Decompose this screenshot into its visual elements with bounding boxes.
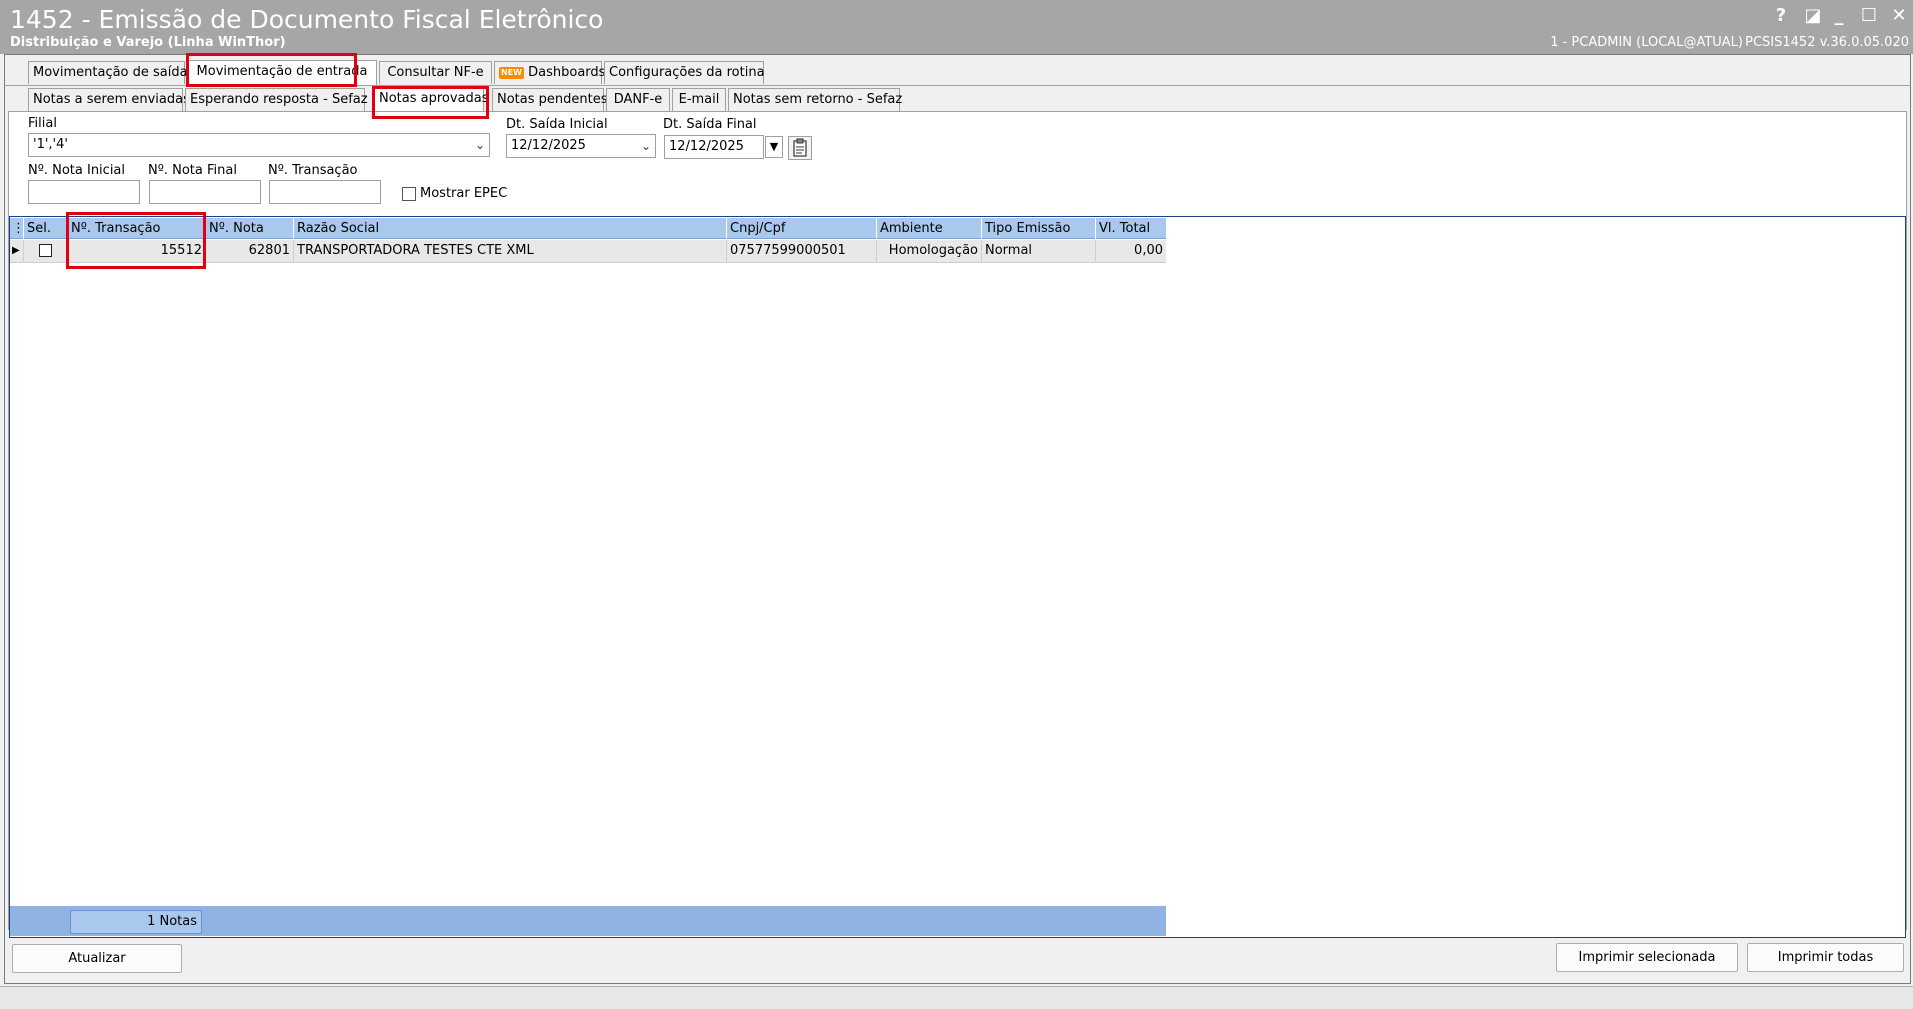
column-header-sel[interactable]: Sel. [24,218,68,239]
dt-saida-final-field[interactable]: 12/12/2025 [664,135,764,159]
restore-small-icon[interactable]: ◪ [1800,3,1826,29]
mostrar-epec-checkbox[interactable] [402,187,416,201]
column-header-cnpj-cpf[interactable]: Cnpj/Cpf [727,218,877,239]
version-info: PCSIS1452 v.36.0.05.020 [1745,35,1909,50]
tab-notas-aprovadas[interactable]: Notas aprovadas [374,87,489,112]
tab-configuracoes-rotina[interactable]: Configurações da rotina [604,61,765,84]
close-icon[interactable]: ✕ [1886,3,1912,29]
tab-consultar-nfe[interactable]: Consultar NF-e [379,61,492,84]
calendar-clipboard-icon[interactable] [788,136,812,160]
grid-header: ⋮ Sel. Nº. Transação Nº. Nota Razão Soci… [10,218,1166,239]
dt-saida-final-value: 12/12/2025 [669,139,744,154]
cell-cnpj-cpf: 07577599000501 [727,240,877,262]
dt-saida-inicial-field[interactable]: 12/12/2025 ⌄ [506,134,656,158]
app-subtitle: Distribuição e Varejo (Linha WinThor) [10,35,286,50]
top-tab-bar: Movimentação de saída Movimentação de en… [24,60,1224,86]
column-header-vl-total[interactable]: Vl. Total [1096,218,1166,239]
column-chooser-icon[interactable]: ⋮ [10,218,24,239]
dt-saida-inicial-label: Dt. Saída Inicial [506,117,608,132]
new-badge-icon: NEW [499,66,524,79]
notes-count: 1 Notas [70,910,202,934]
nota-final-input[interactable] [149,180,261,204]
cell-tipo-emissao: Normal [982,240,1096,262]
maximize-icon[interactable]: ☐ [1856,3,1882,29]
transacao-label: Nº. Transação [268,163,358,178]
row-select-checkbox[interactable] [39,244,52,257]
cell-razao-social: TRANSPORTADORA TESTES CTE XML [294,240,727,262]
tab-email[interactable]: E-mail [672,88,726,111]
cell-ambiente: Homologação [877,240,982,262]
chevron-down-icon: ⌄ [474,138,485,152]
notes-grid [9,216,1906,938]
title-bar: 1452 - Emissão de Documento Fiscal Eletr… [0,0,1913,54]
cell-vl-total: 0,00 [1134,243,1163,258]
imprimir-selecionada-button[interactable]: Imprimir selecionada [1556,943,1738,972]
cell-nota: 62801 [206,240,294,262]
app-title: 1452 - Emissão de Documento Fiscal Eletr… [10,5,604,34]
atualizar-button[interactable]: Atualizar [12,944,182,973]
tab-dashboards-label: Dashboards [528,65,606,80]
transacao-input[interactable] [269,180,381,204]
nota-final-label: Nº. Nota Final [148,163,237,178]
sub-tab-bar: Notas a serem enviadas Esperando respost… [24,87,1224,112]
tab-dashboards[interactable]: NEW Dashboards [494,61,606,84]
column-header-transacao[interactable]: Nº. Transação [68,218,206,239]
column-header-tipo-emissao[interactable]: Tipo Emissão [982,218,1096,239]
mostrar-epec-label: Mostrar EPEC [420,186,508,201]
dt-saida-final-label: Dt. Saída Final [663,117,757,132]
tab-notas-sem-retorno-sefaz[interactable]: Notas sem retorno - Sefaz [728,88,902,111]
user-info: 1 - PCADMIN (LOCAL@ATUAL) [1550,35,1743,50]
filial-label: Filial [28,116,57,131]
status-bar [0,986,1913,1009]
column-header-razao-social[interactable]: Razão Social [294,218,727,239]
tab-movimentacao-saida[interactable]: Movimentação de saída [28,61,188,84]
filial-value: '1','4' [33,137,68,152]
row-select-cell[interactable] [24,240,68,262]
column-header-nota[interactable]: Nº. Nota [206,218,294,239]
imprimir-todas-button[interactable]: Imprimir todas [1747,943,1904,972]
table-row[interactable]: ▶ 15512 62801 TRANSPORTADORA TESTES CTE … [10,240,1166,263]
minimize-icon[interactable]: _ [1826,3,1852,29]
dt-saida-inicial-value: 12/12/2025 [511,138,586,153]
nota-inicial-input[interactable] [28,180,140,204]
filial-select[interactable]: '1','4' ⌄ [28,133,490,157]
tab-notas-pendentes[interactable]: Notas pendentes [492,88,608,111]
tab-esperando-resposta-sefaz[interactable]: Esperando resposta - Sefaz [185,88,368,111]
tab-movimentacao-entrada[interactable]: Movimentação de entrada [187,60,377,85]
chevron-down-icon: ⌄ [640,139,651,153]
date-dropdown-arrow-icon[interactable]: ▼ [765,136,783,158]
row-indicator-icon: ▶ [10,240,24,262]
column-header-ambiente[interactable]: Ambiente [877,218,982,239]
tab-danfe[interactable]: DANF-e [606,88,670,111]
nota-inicial-label: Nº. Nota Inicial [28,163,126,178]
tab-notas-serem-enviadas[interactable]: Notas a serem enviadas [28,88,190,111]
cell-transacao: 15512 [68,240,206,262]
top-tab-divider [4,85,1911,86]
help-icon[interactable]: ? [1768,3,1794,29]
